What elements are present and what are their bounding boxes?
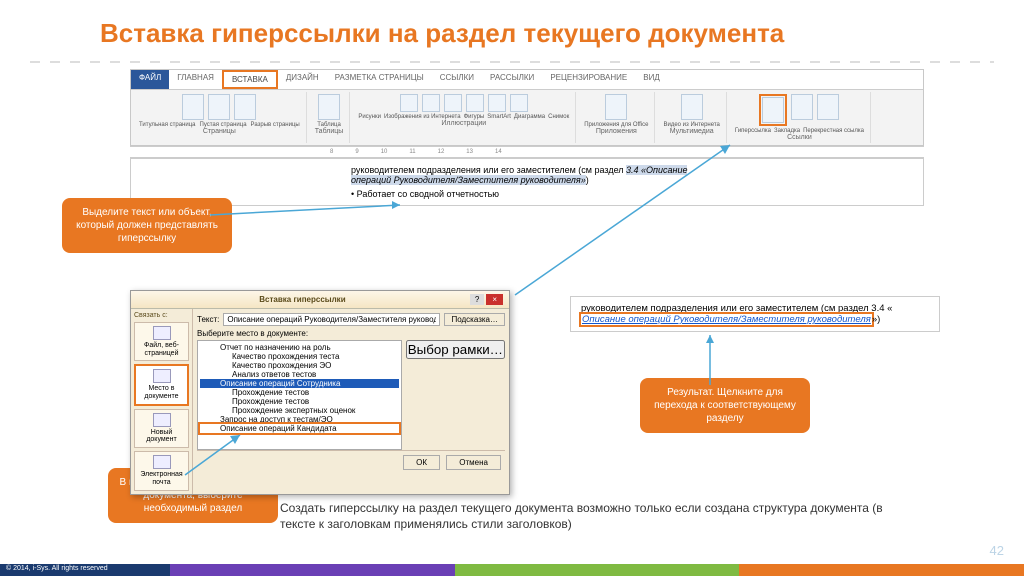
dialog-titlebar[interactable]: Вставка гиперссылки ? ×	[131, 291, 509, 309]
group-illustrations: РисункиИзображения из ИнтернетаФигурыSma…	[352, 92, 576, 143]
table-icon[interactable]	[318, 94, 340, 120]
tab-review[interactable]: РЕЦЕНЗИРОВАНИЕ	[542, 70, 635, 89]
tree-item-selected[interactable]: Описание операций Сотрудника	[200, 379, 399, 388]
link-to-sidebar: Связать с: Файл, веб-страницей Место в д…	[131, 309, 193, 494]
globe-icon	[153, 326, 171, 340]
link-to-place[interactable]: Место в документе	[134, 364, 189, 405]
new-doc-icon	[153, 413, 171, 427]
tree-item[interactable]: Качество прохождения ЭО	[200, 361, 399, 370]
online-pictures-icon[interactable]	[422, 94, 440, 112]
link-to-email[interactable]: Электронная почта	[134, 451, 189, 490]
document-preview: руководителем подразделения или его заме…	[130, 158, 924, 206]
text-input[interactable]	[223, 313, 440, 326]
copyright: © 2014, i-Sys. All rights reserved	[0, 564, 170, 576]
group-links: ГиперссылкаЗакладкаПерекрестная ссылка С…	[729, 92, 871, 143]
tab-mailings[interactable]: РАССЫЛКИ	[482, 70, 542, 89]
cancel-button[interactable]: Отмена	[446, 455, 501, 470]
tree-item[interactable]: Прохождение тестов	[200, 388, 399, 397]
ok-button[interactable]: ОК	[403, 455, 440, 470]
video-icon[interactable]	[681, 94, 703, 120]
smartart-icon[interactable]	[466, 94, 484, 112]
divider	[30, 61, 994, 63]
callout-result: Результат. Щелкните для перехода к соотв…	[640, 378, 810, 433]
ribbon-tabs: ФАЙЛ ГЛАВНАЯ ВСТАВКА ДИЗАЙН РАЗМЕТКА СТР…	[131, 70, 923, 90]
dialog-title-text: Вставка гиперссылки	[137, 295, 468, 304]
tree-item[interactable]: Отчет по назначению на роль	[200, 343, 399, 352]
document-tree[interactable]: Отчет по назначению на роль Качество про…	[197, 340, 402, 450]
insert-hyperlink-dialog: Вставка гиперссылки ? × Связать с: Файл,…	[130, 290, 510, 495]
hint-button[interactable]: Подсказка…	[444, 313, 505, 326]
page-number: 42	[990, 543, 1004, 558]
tree-item[interactable]: Прохождение тестов	[200, 397, 399, 406]
cover-page-icon[interactable]	[182, 94, 204, 120]
tree-item[interactable]: Качество прохождения теста	[200, 352, 399, 361]
link-to-new[interactable]: Новый документ	[134, 409, 189, 448]
tab-design[interactable]: ДИЗАЙН	[278, 70, 327, 89]
apps-icon[interactable]	[605, 94, 627, 120]
tab-file[interactable]: ФАЙЛ	[131, 70, 169, 89]
group-pages: Титульная страницаПустая страницаРазрыв …	[133, 92, 307, 143]
mail-icon	[153, 455, 171, 469]
slide-title: Вставка гиперссылки на раздел текущего д…	[0, 0, 1024, 57]
hyperlink-icon[interactable]	[762, 97, 784, 123]
tab-layout[interactable]: РАЗМЕТКА СТРАНИЦЫ	[327, 70, 432, 89]
result-hyperlink[interactable]: Описание операций Руководителя/Заместите…	[581, 314, 872, 325]
tab-insert[interactable]: ВСТАВКА	[222, 70, 278, 89]
note-text: Создать гиперссылку на раздел текущего д…	[280, 500, 920, 532]
tab-view[interactable]: ВИД	[635, 70, 668, 89]
tree-item-highlighted[interactable]: Описание операций Кандидата	[200, 424, 399, 433]
bookmark-icon[interactable]	[791, 94, 813, 120]
callout-select-text: Выделите текст или объект, который долже…	[62, 198, 232, 253]
pictures-icon[interactable]	[400, 94, 418, 112]
shapes-icon[interactable]	[444, 94, 462, 112]
frame-button[interactable]: Выбор рамки…	[406, 340, 505, 359]
page-break-icon[interactable]	[234, 94, 256, 120]
close-button[interactable]: ×	[486, 294, 503, 305]
footer-bar: © 2014, i-Sys. All rights reserved	[0, 564, 1024, 576]
group-media: Видео из Интернета Мультимедиа	[657, 92, 726, 143]
group-apps: Приложения для Office Приложения	[578, 92, 655, 143]
tree-item[interactable]: Прохождение экспертных оценок	[200, 406, 399, 415]
tab-home[interactable]: ГЛАВНАЯ	[169, 70, 222, 89]
chart-icon[interactable]	[488, 94, 506, 112]
crossref-icon[interactable]	[817, 94, 839, 120]
screenshot-icon[interactable]	[510, 94, 528, 112]
help-button[interactable]: ?	[470, 294, 484, 305]
word-ribbon: ФАЙЛ ГЛАВНАЯ ВСТАВКА ДИЗАЙН РАЗМЕТКА СТР…	[130, 69, 924, 146]
tree-item[interactable]: Запрос на доступ к тестам/ЭО	[200, 415, 399, 424]
group-tables: Таблица Таблицы	[309, 92, 351, 143]
tab-references[interactable]: ССЫЛКИ	[432, 70, 482, 89]
ruler: 891011121314	[130, 146, 924, 158]
link-to-file[interactable]: Файл, веб-страницей	[134, 322, 189, 361]
blank-page-icon[interactable]	[208, 94, 230, 120]
hyperlink-highlight	[759, 94, 787, 126]
document-icon	[153, 369, 171, 383]
tree-item[interactable]: Анализ ответов тестов	[200, 370, 399, 379]
result-preview: руководителем подразделения или его заме…	[570, 296, 940, 332]
